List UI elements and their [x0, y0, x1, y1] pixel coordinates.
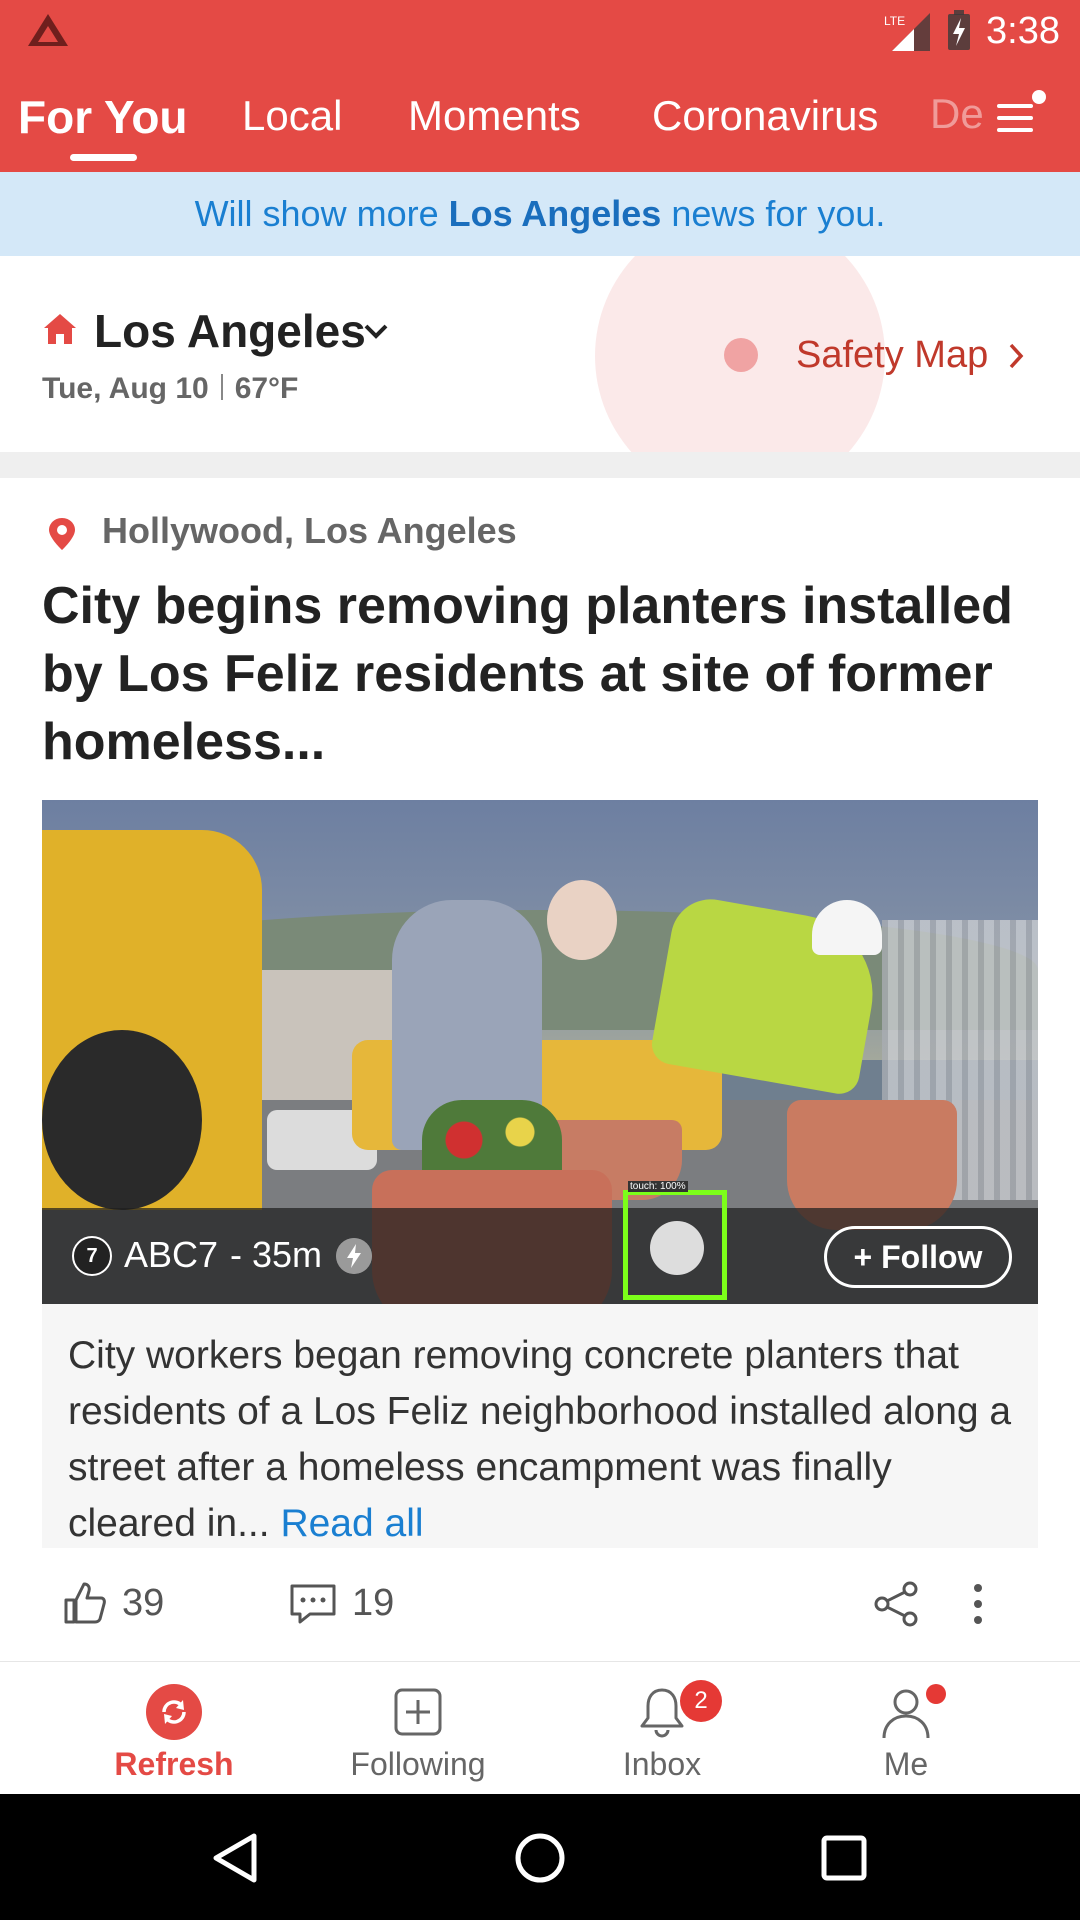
me-notification-dot: [926, 1684, 946, 1704]
following-icon: [394, 1688, 442, 1736]
play-button[interactable]: [650, 1221, 704, 1275]
city-selector[interactable]: Los Angeles: [94, 304, 366, 358]
status-time: 3:38: [986, 9, 1060, 52]
nav-inbox[interactable]: 2 Inbox: [562, 1662, 762, 1795]
location-header: Los Angeles Tue, Aug 10 67°F Safety Map: [0, 256, 1080, 452]
status-bar: LTE 3:38: [0, 0, 1080, 62]
thumbs-up-icon[interactable]: [62, 1580, 108, 1626]
banner-prefix: Will show more: [194, 193, 449, 234]
location-pin-icon: [49, 518, 75, 550]
nav-me-label: Me: [883, 1746, 929, 1782]
chevron-down-icon[interactable]: [362, 322, 390, 342]
follow-button[interactable]: + Follow: [824, 1226, 1012, 1288]
chevron-right-icon[interactable]: [1008, 342, 1024, 370]
date-text: Tue, Aug 10: [42, 372, 209, 405]
video-info-bar: 7 ABC7 - 35m touch: 100% + Follow: [42, 1181, 1038, 1304]
article-summary[interactable]: City workers began removing concrete pla…: [42, 1304, 1038, 1548]
bottom-nav: Refresh Following 2 Inbox Me: [0, 1661, 1080, 1794]
menu-notification-dot: [1032, 90, 1046, 104]
inbox-badge: 2: [680, 1680, 722, 1722]
safety-map-link[interactable]: Safety Map: [796, 334, 988, 377]
menu-icon[interactable]: [995, 98, 1039, 138]
touch-tag: touch: 100%: [628, 1181, 688, 1192]
photo-tire: [42, 1030, 202, 1210]
photo-flowers: [422, 1100, 562, 1180]
publish-time: - 35m: [230, 1234, 323, 1275]
comment-icon[interactable]: [288, 1582, 338, 1626]
tab-partial[interactable]: De: [930, 90, 984, 138]
more-vertical-icon[interactable]: [970, 1580, 986, 1628]
read-all-link[interactable]: Read all: [280, 1502, 423, 1545]
active-tab-underline: [70, 154, 137, 161]
nav-refresh-label: Refresh: [114, 1746, 234, 1782]
temperature: 67°F: [234, 372, 299, 405]
system-nav-bar: [0, 1794, 1080, 1920]
source-logo-icon[interactable]: 7: [72, 1236, 112, 1276]
date-divider: [220, 374, 223, 400]
photo-head: [547, 880, 617, 960]
tab-local[interactable]: Local: [242, 92, 342, 140]
tab-coronavirus[interactable]: Coronavirus: [652, 92, 878, 140]
tab-moments[interactable]: Moments: [408, 92, 581, 140]
article-area: Hollywood, Los Angeles: [102, 510, 517, 551]
date-weather: Tue, Aug 10 67°F: [42, 372, 298, 406]
nav-following-label: Following: [350, 1746, 486, 1782]
article-actions: 39 19: [0, 1568, 1080, 1648]
home-circle-icon[interactable]: [514, 1832, 566, 1884]
banner-city: Los Angeles: [448, 193, 662, 234]
tab-for-you[interactable]: For You: [18, 90, 188, 144]
back-icon[interactable]: [210, 1832, 262, 1884]
bolt-icon: [336, 1238, 372, 1274]
comment-count: 19: [352, 1582, 395, 1624]
preference-banner: Will show more Los Angeles news for you.: [0, 172, 1080, 256]
banner-suffix: news for you.: [661, 193, 886, 234]
source-name[interactable]: ABC7: [124, 1234, 218, 1276]
signal-icon: LTE: [884, 13, 931, 51]
home-icon: [44, 314, 76, 344]
article-headline[interactable]: City begins removing planters installed …: [42, 572, 1042, 776]
safety-indicator-dot: [724, 338, 758, 372]
nav-me[interactable]: Me: [806, 1662, 1006, 1795]
article-video[interactable]: 7 ABC7 - 35m touch: 100% + Follow: [42, 800, 1038, 1304]
refresh-icon: [146, 1684, 202, 1740]
nav-refresh[interactable]: Refresh: [74, 1662, 274, 1795]
network-label: LTE: [884, 14, 905, 28]
summary-text: City workers began removing concrete pla…: [68, 1334, 1012, 1545]
nav-inbox-label: Inbox: [622, 1746, 702, 1782]
app-logo-icon: [28, 14, 68, 46]
share-icon[interactable]: [872, 1580, 920, 1628]
section-divider: [0, 452, 1080, 478]
top-tab-bar: For You Local Moments Coronavirus De: [0, 62, 1080, 172]
nav-following[interactable]: Following: [318, 1662, 518, 1795]
like-count: 39: [122, 1582, 165, 1624]
article-card[interactable]: Hollywood, Los Angeles City begins remov…: [0, 478, 1080, 1661]
recents-icon[interactable]: [818, 1832, 870, 1884]
touch-indicator: touch: 100%: [623, 1181, 727, 1300]
battery-icon: [948, 10, 971, 50]
